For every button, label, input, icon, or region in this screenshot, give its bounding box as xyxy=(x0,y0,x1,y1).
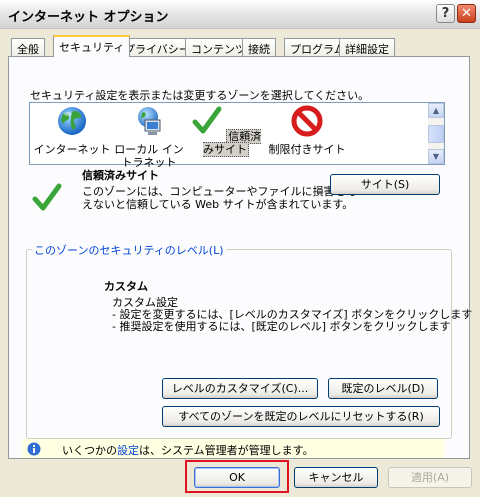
zone-name-heading: 信頼済みサイト xyxy=(82,169,159,182)
default-level-button[interactable]: 既定のレベル(D) xyxy=(328,378,438,399)
zone-instruction: セキュリティ設定を表示または変更するゾーンを選択してください。 xyxy=(30,89,370,102)
security-level-group-title: このゾーンのセキュリティのレベル(L) xyxy=(32,242,226,258)
cancel-button[interactable]: キャンセル xyxy=(294,467,378,488)
internet-options-dialog: インターネット オプション ? ✕ 全般 セキュリティ プライバシー コンテンツ… xyxy=(0,0,480,497)
zone-list-scrollbar[interactable]: ▲ ▼ xyxy=(428,103,444,164)
settings-link[interactable]: 設定 xyxy=(117,444,139,457)
ok-button[interactable]: OK xyxy=(194,467,280,488)
admin-info-before: いくつかの xyxy=(62,444,117,457)
title-bar[interactable]: インターネット オプション ? ✕ xyxy=(0,0,480,29)
scroll-down-icon[interactable]: ▼ xyxy=(428,149,444,164)
intranet-computer-icon xyxy=(138,107,161,135)
reset-all-zones-button[interactable]: すべてのゾーンを既定のレベルにリセットする(R) xyxy=(162,406,440,427)
checkmark-icon xyxy=(192,106,222,134)
admin-info-after: は、システム管理者が管理します。 xyxy=(139,444,314,457)
zone-trusted-sites[interactable]: 信頼済みサイト xyxy=(186,103,266,157)
zone-internet[interactable]: インターネット xyxy=(32,103,112,156)
globe-icon xyxy=(58,107,86,135)
zone-description-line2: えないと信頼している Web サイトが含まれています。 xyxy=(82,198,354,211)
window-title: インターネット オプション xyxy=(8,10,169,25)
custom-settings-line3: - 推奨設定を使用するには、[既定のレベル] ボタンをクリックします xyxy=(112,320,451,333)
trusted-zone-checkmark-icon xyxy=(32,183,62,211)
admin-info-text: いくつかの設定は、システム管理者が管理します。 xyxy=(62,442,314,458)
tab-general[interactable]: 全般 xyxy=(11,38,45,56)
info-icon xyxy=(27,442,41,456)
zone-internet-label: インターネット xyxy=(33,143,111,156)
tab-advanced[interactable]: 詳細設定 xyxy=(339,38,395,56)
custom-level-button[interactable]: レベルのカスタマイズ(C)... xyxy=(162,378,318,399)
sites-button[interactable]: サイト(S) xyxy=(330,174,440,195)
zone-local-intranet-label: ローカル イントラネット xyxy=(114,143,184,169)
tab-security[interactable]: セキュリティ xyxy=(53,35,131,57)
zone-local-intranet[interactable]: ローカル イントラネット xyxy=(112,103,186,169)
apply-button[interactable]: 適用(A) xyxy=(388,467,472,488)
restricted-icon xyxy=(291,105,323,137)
tab-connections[interactable]: 接続 xyxy=(242,38,276,56)
zone-list[interactable]: インターネット ローカル イントラネット 信頼済みサイト 制限付きサイト ▲ ▼ xyxy=(29,102,445,169)
zone-restricted-sites[interactable]: 制限付きサイト xyxy=(264,103,350,156)
scroll-thumb[interactable] xyxy=(428,125,444,143)
close-button[interactable]: ✕ xyxy=(457,4,476,23)
security-level-name: カスタム xyxy=(104,280,148,293)
scroll-up-icon[interactable]: ▲ xyxy=(428,103,444,118)
zone-restricted-sites-label: 制限付きサイト xyxy=(268,143,346,156)
help-button[interactable]: ? xyxy=(436,4,455,23)
